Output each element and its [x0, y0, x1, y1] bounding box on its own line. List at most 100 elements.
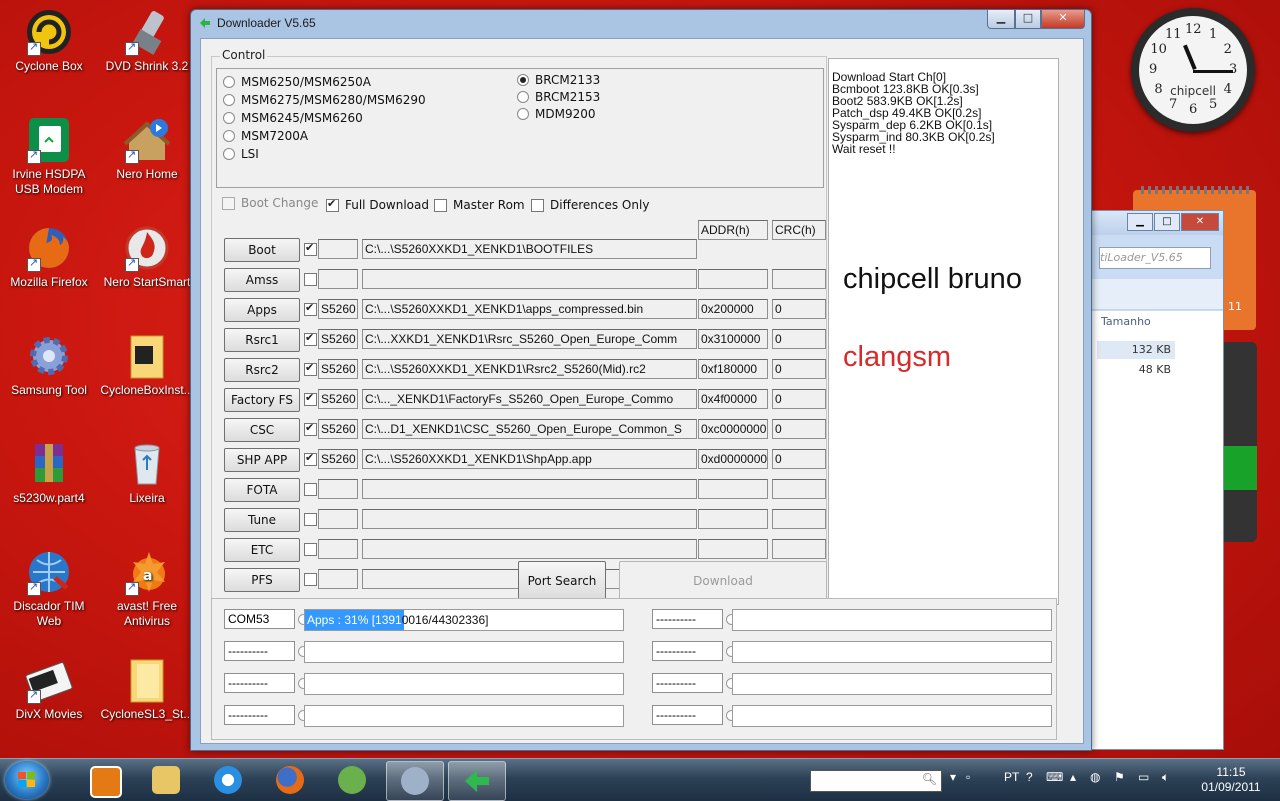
file-enable-checkbox[interactable] — [304, 301, 317, 316]
file-enable-checkbox[interactable] — [304, 421, 317, 436]
path-field[interactable]: C:\...\S5260XXKD1_XENKD1\ShpApp.app — [362, 449, 697, 469]
desktop-icon-cyclonebox-inst[interactable]: CycloneBoxInst... — [98, 332, 196, 398]
file-select-button[interactable]: PFS — [224, 568, 300, 592]
file-select-button[interactable]: Apps — [224, 298, 300, 322]
desktop-icon-dvd-shrink[interactable]: DVD Shrink 3.2 — [98, 8, 196, 74]
desktop-icon-firefox[interactable]: Mozilla Firefox — [0, 224, 98, 290]
crc-field[interactable]: 0 — [772, 449, 826, 469]
minimize-button[interactable]: ▁ — [987, 10, 1015, 29]
desktop-icon-discador-tim[interactable]: Discador TIM Web — [0, 548, 98, 629]
full-download-checkbox[interactable]: Full Download — [326, 197, 429, 212]
master-rom-checkbox[interactable]: Master Rom — [434, 198, 525, 212]
file-enable-checkbox[interactable] — [304, 331, 317, 346]
addr-field[interactable]: 0xf180000 — [698, 359, 768, 379]
help-icon[interactable]: ? — [1026, 770, 1033, 784]
taskbar-media-player[interactable] — [76, 761, 132, 799]
radio-lsi[interactable]: LSI — [223, 147, 259, 161]
file-select-button[interactable]: FOTA — [224, 478, 300, 502]
desktop-icon-nero-startsmart[interactable]: Nero StartSmart — [98, 224, 196, 290]
file-enable-checkbox[interactable] — [304, 513, 317, 526]
explorer-maximize-button[interactable]: □ — [1154, 213, 1180, 231]
addr-field[interactable]: 0xd0000000 — [698, 449, 768, 469]
crc-field[interactable]: 0 — [772, 329, 826, 349]
file-select-button[interactable]: Rsrc2 — [224, 358, 300, 382]
explorer-minimize-button[interactable]: ▁ — [1127, 213, 1153, 231]
meter-gadget[interactable] — [1220, 342, 1257, 542]
addr-field[interactable]: 0xc0000000 — [698, 419, 768, 439]
path-field[interactable] — [362, 539, 697, 559]
volume-icon[interactable]: 🔈︎ — [1162, 770, 1169, 785]
download-button[interactable]: Download — [619, 561, 827, 601]
desktop-icon-s5230w-part4[interactable]: s5230w.part4 — [0, 440, 98, 506]
column-header-size[interactable]: Tamanho — [1101, 315, 1151, 328]
radio-brcm2133[interactable]: BRCM2133 — [517, 73, 600, 87]
taskbar-clock[interactable]: 11:15 01/09/2011 — [1200, 765, 1262, 795]
desktop-icon-cyclonesl3[interactable]: CycloneSL3_St... — [98, 656, 196, 722]
network-icon[interactable]: ◍ — [1090, 770, 1100, 784]
addr-field[interactable] — [698, 269, 768, 289]
crc-field[interactable] — [772, 509, 826, 529]
crc-field[interactable]: 0 — [772, 419, 826, 439]
file-enable-checkbox[interactable] — [304, 483, 317, 496]
language-indicator[interactable]: PT — [1004, 770, 1019, 784]
explorer-close-button[interactable]: ✕ — [1181, 213, 1219, 231]
differences-only-checkbox[interactable]: Differences Only — [531, 198, 649, 212]
taskbar-firefox[interactable] — [262, 761, 318, 799]
file-select-button[interactable]: Factory FS — [224, 388, 300, 412]
crc-field[interactable] — [772, 479, 826, 499]
explorer-window[interactable]: ▁ □ ✕ tiLoader_V5.65 Tamanho 132 KB 48 K… — [1090, 210, 1224, 750]
radio-msm7200a[interactable]: MSM7200A — [223, 129, 308, 143]
ime-icon[interactable]: ⌨ — [1046, 770, 1063, 784]
addr-field[interactable] — [698, 509, 768, 529]
crc-field[interactable]: 0 — [772, 299, 826, 319]
file-select-button[interactable]: CSC — [224, 418, 300, 442]
addr-field[interactable]: 0x4f00000 — [698, 389, 768, 409]
radio-mdm9200[interactable]: MDM9200 — [517, 107, 596, 121]
clock-gadget[interactable]: chipcell 12 1 2 3 4 5 6 7 8 9 10 11 — [1131, 8, 1255, 132]
addr-field[interactable] — [698, 479, 768, 499]
crc-field[interactable] — [772, 539, 826, 559]
path-field[interactable] — [362, 509, 697, 529]
desktop-icon-cyclone-box[interactable]: Cyclone Box — [0, 8, 98, 74]
file-enable-checkbox[interactable] — [304, 391, 317, 406]
desktop-icon-nero-home[interactable]: Nero Home — [98, 116, 196, 182]
radio-msm6250[interactable]: MSM6250/MSM6250A — [223, 75, 371, 89]
taskbar-internet-explorer[interactable] — [200, 761, 256, 799]
addr-field[interactable]: 0x200000 — [698, 299, 768, 319]
action-center-flag-icon[interactable]: ⚑ — [1114, 770, 1125, 784]
display-icon[interactable]: ▭ — [1138, 770, 1149, 784]
taskbar-people[interactable] — [324, 761, 380, 799]
file-enable-checkbox[interactable] — [304, 273, 317, 286]
path-field[interactable] — [362, 479, 697, 499]
file-enable-checkbox[interactable] — [304, 451, 317, 466]
toolbar-arrow-icon[interactable]: ▾ — [950, 770, 956, 784]
crc-field[interactable] — [772, 269, 826, 289]
file-enable-checkbox[interactable] — [304, 241, 317, 256]
file-select-button[interactable]: SHP APP — [224, 448, 300, 472]
radio-msm6275[interactable]: MSM6275/MSM6280/MSM6290 — [223, 93, 426, 107]
desktop-icon-avast[interactable]: a avast! Free Antivirus — [98, 548, 196, 629]
file-enable-checkbox[interactable] — [304, 573, 317, 586]
port-search-button[interactable]: Port Search — [518, 561, 606, 601]
path-field[interactable]: C:\...\S5260XXKD1_XENKD1\BOOTFILES — [362, 239, 697, 259]
file-select-button[interactable]: Tune — [224, 508, 300, 532]
addr-field[interactable]: 0x3100000 — [698, 329, 768, 349]
path-field[interactable]: C:\...\S5260XXKD1_XENKD1\apps_compressed… — [362, 299, 697, 319]
file-select-button[interactable]: ETC — [224, 538, 300, 562]
explorer-search-input[interactable]: tiLoader_V5.65 — [1099, 247, 1211, 269]
file-enable-checkbox[interactable] — [304, 543, 317, 556]
boot-change-checkbox[interactable]: Boot Change — [222, 196, 318, 210]
addr-field[interactable] — [698, 539, 768, 559]
desktop-icon-irvine-modem[interactable]: Irvine HSDPA USB Modem — [0, 116, 98, 197]
desktop-icon-samsung-tool[interactable]: Samsung Tool — [0, 332, 98, 398]
file-select-button[interactable]: Amss — [224, 268, 300, 292]
close-button[interactable]: ✕ — [1041, 10, 1085, 29]
start-button[interactable] — [5, 761, 49, 799]
taskbar-search-input[interactable]: 🔍︎ — [810, 770, 942, 792]
path-field[interactable] — [362, 269, 697, 289]
path-field[interactable]: C:\..._XENKD1\FactoryFs_S5260_Open_Europ… — [362, 389, 697, 409]
taskbar-samsung-tool[interactable] — [386, 761, 444, 801]
file-select-button[interactable]: Boot — [224, 238, 300, 262]
taskbar-explorer[interactable] — [138, 761, 194, 799]
path-field[interactable]: C:\...D1_XENKD1\CSC_S5260_Open_Europe_Co… — [362, 419, 697, 439]
